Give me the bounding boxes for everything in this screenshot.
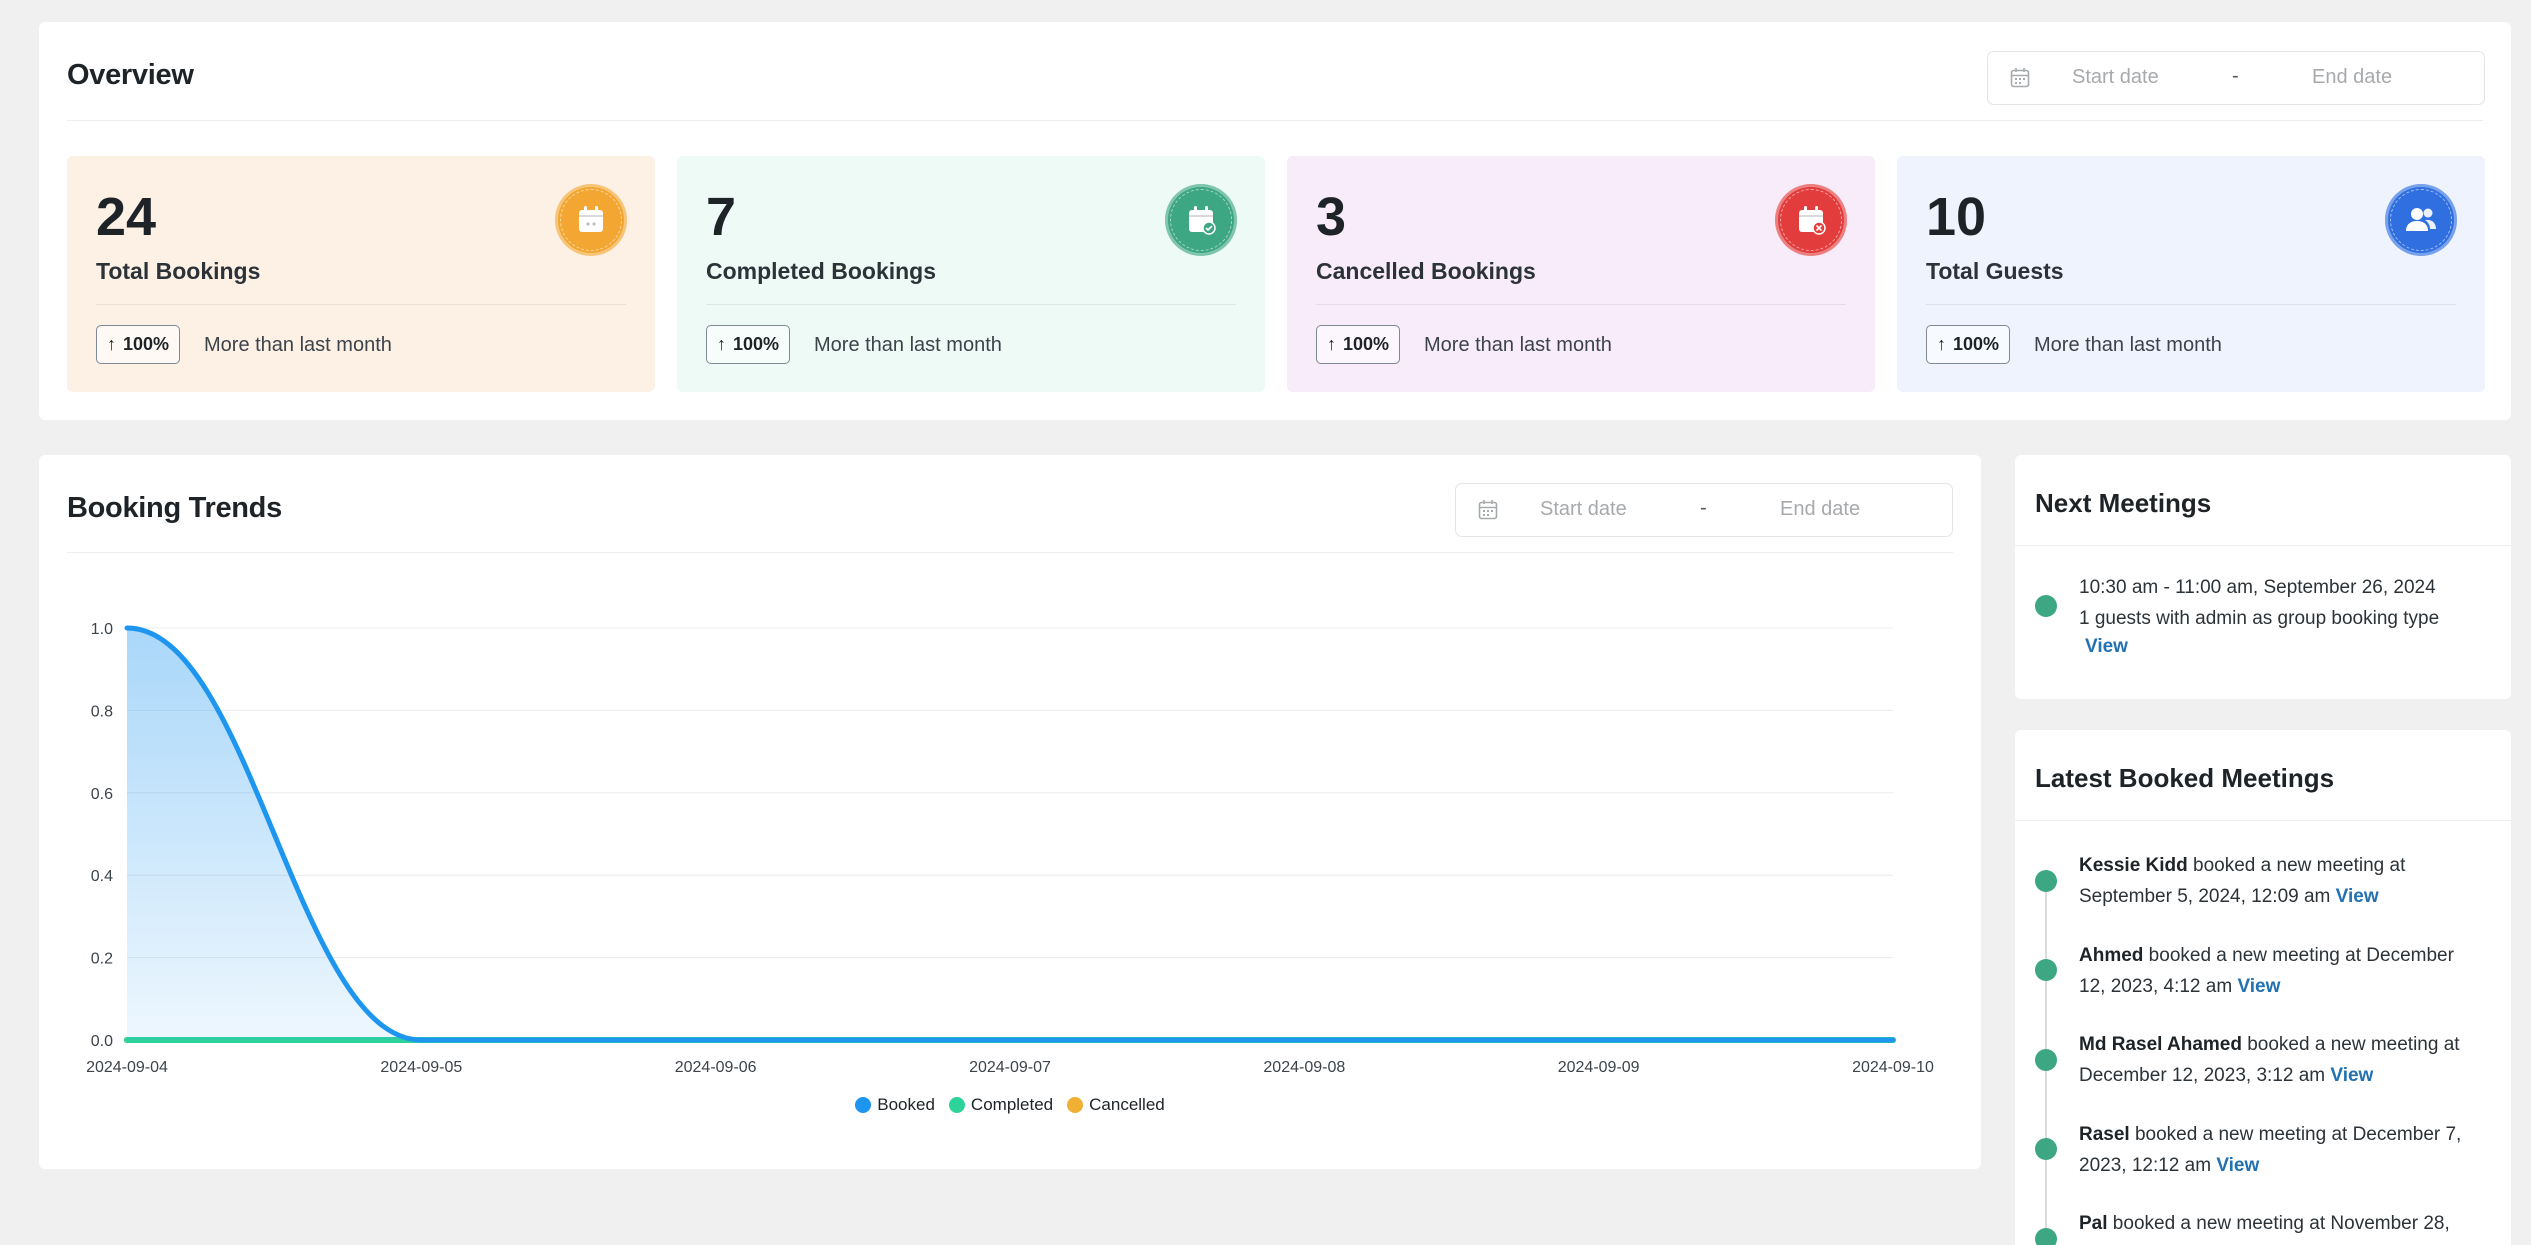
legend-item-booked[interactable]: Booked bbox=[855, 1095, 935, 1115]
latest-meeting-item: Md Rasel Ahamed booked a new meeting at … bbox=[2079, 1034, 2460, 1086]
stat-value: 3 bbox=[1316, 187, 1347, 247]
start-date-input[interactable]: Start date bbox=[2072, 66, 2159, 89]
y-tick-label: 0.0 bbox=[91, 1033, 113, 1050]
meeting-status-dot bbox=[2035, 1049, 2057, 1071]
next-meetings-title: Next Meetings bbox=[2035, 488, 2212, 518]
view-meeting-link[interactable]: View bbox=[2085, 636, 2128, 657]
legend-swatch bbox=[855, 1097, 872, 1113]
x-tick-label: 2024-09-05 bbox=[380, 1059, 462, 1076]
x-tick-label: 2024-09-06 bbox=[675, 1059, 757, 1076]
compare-text: More than last month bbox=[204, 334, 392, 356]
y-tick-label: 0.2 bbox=[91, 951, 113, 968]
y-tick-label: 1.0 bbox=[91, 621, 113, 638]
latest-meetings-divider bbox=[2015, 820, 2511, 821]
stat-label: Cancelled Bookings bbox=[1316, 258, 1536, 284]
stat-value: 24 bbox=[96, 187, 157, 247]
y-tick-label: 0.4 bbox=[91, 868, 113, 885]
latest-booked-meetings-panel: Latest Booked Meetings Kessie Kidd booke… bbox=[2015, 730, 2511, 1245]
legend-label: Booked bbox=[877, 1095, 935, 1114]
latest-meeting-item: Kessie Kidd booked a new meeting at Sept… bbox=[2079, 855, 2406, 907]
calendar-cancel-icon bbox=[1775, 184, 1847, 256]
compare-text: More than last month bbox=[814, 334, 1002, 356]
change-badge: ↑ 100% bbox=[1316, 325, 1401, 364]
x-tick-label: 2024-09-08 bbox=[1263, 1059, 1345, 1076]
calendar-icon bbox=[555, 184, 627, 256]
view-meeting-link[interactable]: View bbox=[2336, 886, 2379, 907]
series-line-booked bbox=[124, 625, 1896, 1043]
calendar-icon bbox=[2010, 67, 2030, 94]
next-meeting-detail: 1 guests with admin as group booking typ… bbox=[2079, 608, 2440, 629]
stat-card-cancelled-bookings: 3 Cancelled Bookings ↑ 100% More than las… bbox=[1287, 156, 1875, 392]
latest-meeting-item: Pal booked a new meeting at November 28, bbox=[2079, 1213, 2450, 1234]
next-meetings-panel: Next Meetings 10:30 am - 11:00 am, Septe… bbox=[2015, 455, 2511, 699]
meeting-status-dot bbox=[2035, 1228, 2057, 1245]
view-meeting-link[interactable]: View bbox=[2330, 1065, 2373, 1086]
y-tick-label: 0.8 bbox=[91, 703, 113, 720]
meeting-status-dot bbox=[2035, 1138, 2057, 1160]
meeting-status-dot bbox=[2035, 959, 2057, 981]
arrow-up-icon: ↑ bbox=[717, 334, 726, 354]
series-area-booked bbox=[127, 628, 1893, 1040]
date-separator: - bbox=[2232, 65, 2239, 87]
y-tick-label: 0.6 bbox=[91, 786, 113, 803]
card-divider bbox=[96, 304, 626, 305]
x-tick-label: 2024-09-07 bbox=[969, 1059, 1051, 1076]
calendar-check-icon bbox=[1165, 184, 1237, 256]
booking-trends-chart: 1.0 0.8 0.6 0.4 0.2 0.0 2024-09-04 2024-09-05 20… bbox=[86, 621, 1934, 1076]
latest-meetings-title: Latest Booked Meetings bbox=[2035, 763, 2335, 793]
x-tick-label: 2024-09-10 bbox=[1852, 1059, 1934, 1076]
overview-title: Overview bbox=[67, 59, 194, 91]
legend-item-completed[interactable]: Completed bbox=[948, 1095, 1054, 1115]
meeting-status-dot bbox=[2035, 595, 2057, 617]
latest-meeting-item: Rasel booked a new meeting at December 7… bbox=[2079, 1124, 2462, 1176]
overview-panel: Overview Start date - End date 24 Total … bbox=[39, 22, 2511, 420]
stat-card-total-guests: 10 Total Guests ↑ 100% More than last mon… bbox=[1897, 156, 2485, 392]
users-icon bbox=[2385, 184, 2457, 256]
change-badge: ↑ 100% bbox=[96, 325, 181, 364]
stat-label: Total Bookings bbox=[96, 258, 261, 284]
card-divider bbox=[1926, 304, 2456, 305]
x-tick-label: 2024-09-09 bbox=[1558, 1059, 1640, 1076]
stat-label: Completed Bookings bbox=[706, 258, 937, 284]
legend-label: Cancelled bbox=[1089, 1095, 1165, 1114]
stat-value: 7 bbox=[706, 187, 737, 247]
compare-text: More than last month bbox=[1424, 334, 1612, 356]
legend-label: Completed bbox=[970, 1095, 1054, 1114]
change-badge: ↑ 100% bbox=[1926, 325, 2011, 364]
overview-divider bbox=[67, 120, 2483, 121]
card-divider bbox=[1316, 304, 1846, 305]
stat-card-total-bookings: 24 Total Bookings ↑ 100% More than last m… bbox=[67, 156, 655, 392]
compare-text: More than last month bbox=[2034, 334, 2222, 356]
legend-swatch bbox=[1067, 1097, 1084, 1113]
meeting-status-dot bbox=[2035, 870, 2057, 892]
next-meeting-time: 10:30 am - 11:00 am, September 26, 2024 bbox=[2079, 577, 2436, 598]
overview-date-range-picker[interactable]: Start date - End date bbox=[1987, 51, 2485, 105]
chart-legend: Booked Completed Cancelled bbox=[39, 1095, 1981, 1115]
x-tick-label: 2024-09-04 bbox=[86, 1059, 168, 1076]
legend-item-cancelled[interactable]: Cancelled bbox=[1067, 1095, 1165, 1115]
arrow-up-icon: ↑ bbox=[107, 334, 116, 354]
stat-card-completed-bookings: 7 Completed Bookings ↑ 100% More than las… bbox=[677, 156, 1265, 392]
booking-trends-panel: Booking Trends Start date - End date 1.0… bbox=[39, 455, 1981, 1169]
stat-value: 10 bbox=[1926, 187, 1987, 247]
next-meetings-divider bbox=[2015, 545, 2511, 546]
legend-swatch bbox=[948, 1097, 965, 1113]
stat-label: Total Guests bbox=[1926, 258, 2064, 284]
view-meeting-link[interactable]: View bbox=[2237, 976, 2280, 997]
change-badge: ↑ 100% bbox=[706, 325, 791, 364]
view-meeting-link[interactable]: View bbox=[2216, 1155, 2259, 1176]
card-divider bbox=[706, 304, 1236, 305]
arrow-up-icon: ↑ bbox=[1327, 334, 1336, 354]
latest-meeting-item: Ahmed booked a new meeting at December 1… bbox=[2079, 945, 2454, 997]
arrow-up-icon: ↑ bbox=[1937, 334, 1946, 354]
end-date-input[interactable]: End date bbox=[2312, 66, 2392, 89]
